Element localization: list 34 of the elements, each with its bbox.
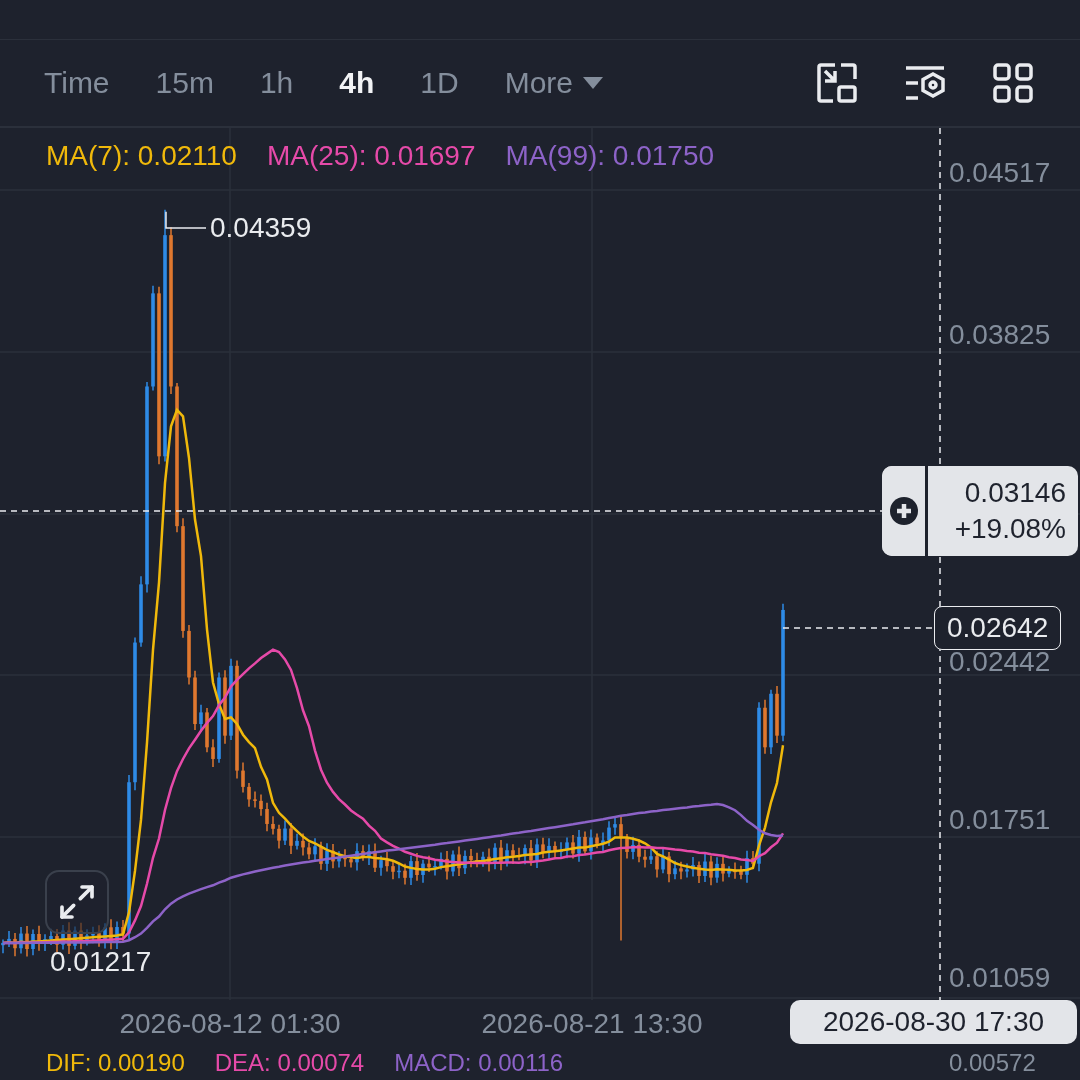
expand-icon [57, 882, 97, 922]
grid-icon[interactable] [990, 60, 1036, 106]
expand-button[interactable] [45, 870, 109, 934]
crosshair-change: +19.08% [954, 512, 1066, 546]
price-axis-label: 0.02442 [949, 647, 1051, 677]
moving-average-label: MA(25): 0.01697 [266, 140, 476, 172]
price-axis-label: 0.01751 [949, 805, 1051, 835]
macd-indicator-label: DIF: 0.00190 [46, 1049, 185, 1077]
time-axis-label: 2026-08-12 01:30 [119, 1008, 341, 1040]
crosshair-time-label: 2026-08-30 17:30 [790, 1000, 1077, 1044]
crosshair-price: 0.03146 [964, 476, 1066, 510]
leader-line [165, 211, 207, 229]
more-dropdown[interactable]: More [504, 66, 604, 100]
minimize-window-icon[interactable] [814, 60, 860, 106]
add-alert-button[interactable] [882, 466, 928, 556]
interval-tab[interactable]: 4h [339, 66, 375, 100]
macd-indicator-label: DEA: 0.00074 [214, 1049, 365, 1077]
time-axis-label: 2026-08-21 13:30 [481, 1008, 703, 1040]
interval-tab[interactable]: 15m [155, 66, 214, 100]
caret-icon [583, 77, 604, 89]
interval-tab[interactable]: 1D [420, 66, 459, 100]
last-price-label: 0.02642 [934, 606, 1062, 650]
high-price-label: 0.04359 [210, 213, 312, 243]
price-axis-label: 0.04517 [949, 158, 1051, 188]
low-price-label: 0.01217 [50, 947, 152, 977]
plus-circle-icon [889, 497, 918, 525]
price-axis-label: 0.01059 [949, 963, 1051, 993]
interval-tab[interactable]: Time [44, 66, 110, 100]
macd-axis-label: 0.00572 [949, 1049, 1036, 1077]
interval-tab[interactable]: 1h [259, 66, 294, 100]
price-axis-label: 0.03825 [949, 320, 1051, 350]
macd-indicator-label: MACD: 0.00116 [394, 1049, 564, 1077]
moving-average-label: MA(99): 0.01750 [505, 140, 715, 172]
moving-average-label: MA(7): 0.02110 [46, 140, 237, 172]
